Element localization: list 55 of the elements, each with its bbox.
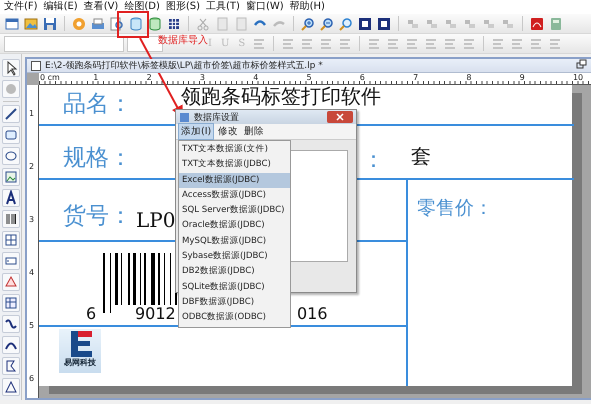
field-value: 领跑条码标签打印软件 [181,85,381,107]
field-value: LP0 [136,207,176,233]
menu-item[interactable]: SQL Server数据源(JDBC) [179,203,290,218]
menu-item[interactable]: Oracle数据源(JDBC) [179,218,290,234]
ruler-number: 4 [253,73,260,84]
field-caption: ： [362,147,385,173]
ruler-number: 5 [28,321,36,332]
ruler-number: 2 [146,73,153,84]
ruler-number: 4 [28,268,36,279]
field-caption: 品名： [63,91,132,117]
menu-item[interactable]: MySQL数据源(JDBC) [179,234,290,250]
barcode-digits: 9012 [135,305,176,323]
menu-item[interactable]: 修改 [216,124,240,139]
menu-item[interactable]: 添加(I) [178,123,214,140]
ruler-number: 10 [572,73,584,84]
menu-item[interactable]: 文件(F) [4,1,38,14]
ruler-number: 6 [28,374,36,385]
menu-item[interactable]: 工具(T) [206,1,240,14]
barcode-digits: 016 [297,305,328,323]
ruler-number: 1 [28,109,36,120]
ruler-number: 9 [520,73,526,84]
ruler-number: 3 [28,215,36,226]
menu-item[interactable]: 图形(S) [166,1,200,14]
menu-item[interactable]: DB2数据源(JDBC) [179,264,290,280]
menu-item[interactable]: 查看(V) [84,1,118,14]
menu-item[interactable]: Excel数据源(JDBC) [179,172,290,188]
menu-item[interactable]: SQLite数据源(JDBC) [179,280,290,295]
dialog-title: 数据库设置 [194,112,240,124]
menu-item[interactable]: TXT文本数据源(文件) [179,142,290,158]
ruler-number: 2 [28,162,36,173]
menu-item[interactable]: ODBC数据源(ODBC) [179,310,290,326]
ruler-number: 5 [306,73,313,84]
ruler-number: 0 cm [40,73,61,84]
ruler-number: 6 [360,73,366,84]
menu-item[interactable]: TXT文本数据源(JDBC) [179,157,290,173]
menu-item[interactable]: 删除 [242,124,266,139]
ruler-number: 1 [93,73,100,84]
ruler-number: 7 [413,73,420,84]
menu-item[interactable]: Access数据源(JDBC) [179,188,290,204]
field-value: 套 [411,143,431,169]
menu-item[interactable]: 帮助(H) [290,1,325,14]
menu-item[interactable]: 绘图(D) [124,1,160,14]
logo-text: 易网科技 [64,357,96,369]
ruler-number: 8 [466,73,472,84]
annotation-text: 数据库导入 [158,35,208,47]
ruler-number: 3 [200,73,206,84]
menu-item[interactable]: Sybase数据源(JDBC) [179,249,290,264]
field-caption: 零售价： [417,196,493,221]
menu-item[interactable]: 窗口(W) [246,1,284,14]
document-title: E:\2-领跑条码打印软件\标签模版\LP\超市价签\超市标价签样式五.lp * [45,60,324,72]
menu-item[interactable]: 编辑(E) [44,1,78,14]
barcode-digits: 6 [86,305,96,323]
field-caption: 货号： [63,203,132,229]
menu-item[interactable]: DBF数据源(JDBC) [179,294,290,310]
field-caption: 规格： [63,145,132,171]
